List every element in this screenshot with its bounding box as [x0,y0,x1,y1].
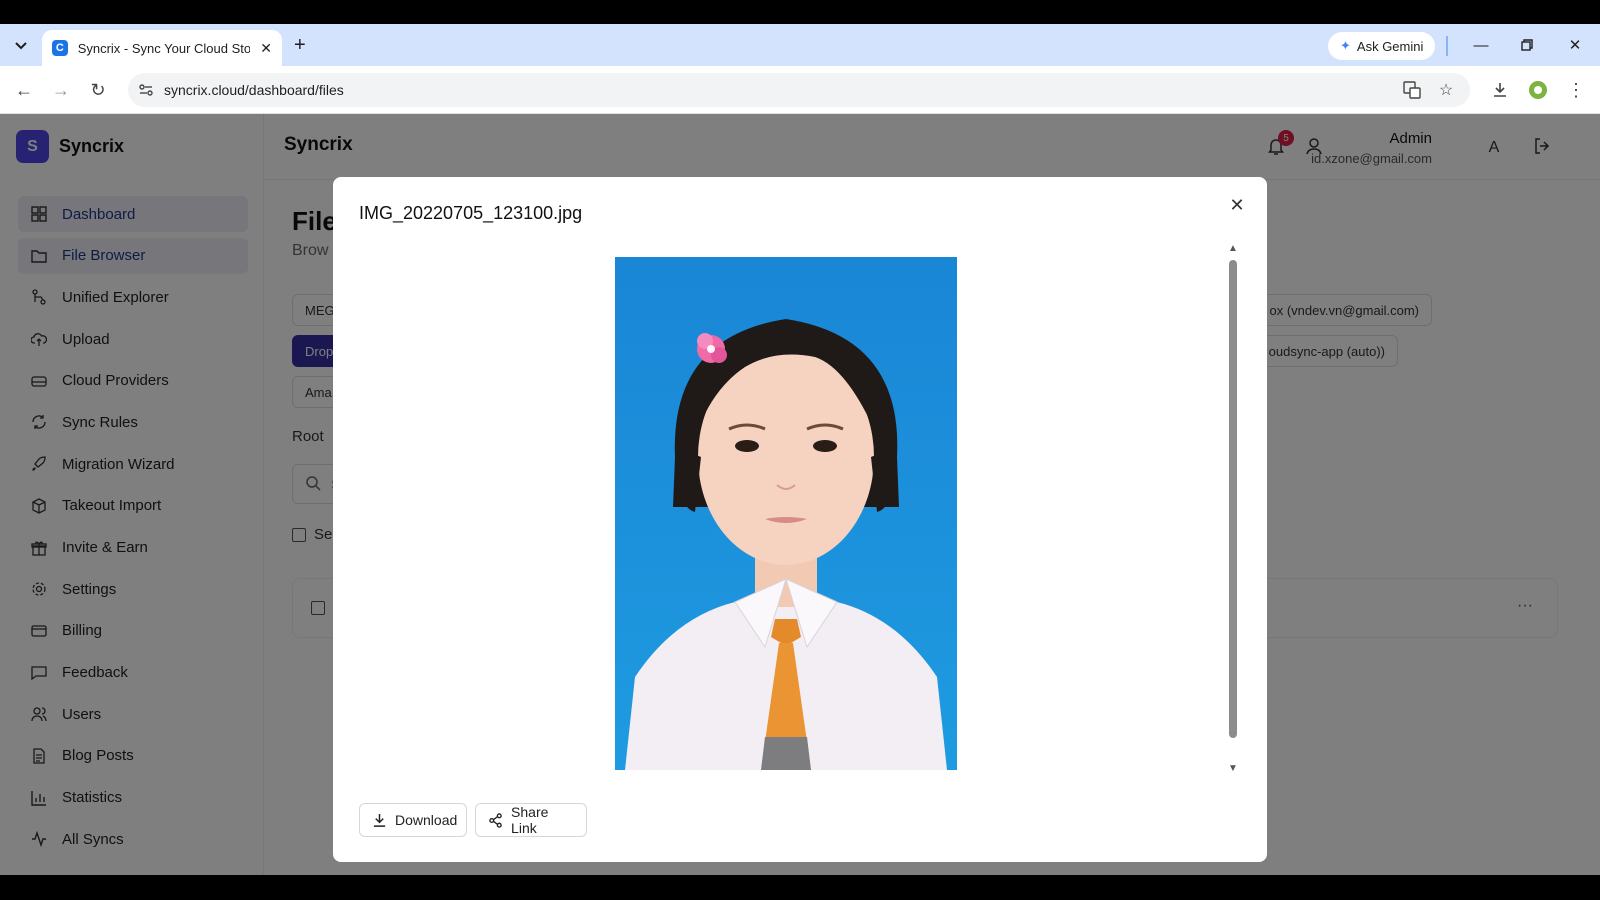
translate-icon[interactable] [1400,78,1424,102]
favicon-icon: C [52,40,68,56]
restore-icon[interactable] [1512,32,1542,58]
browser-menu-icon[interactable]: ⋮ [1564,78,1588,102]
modal-title: IMG_20220705_123100.jpg [359,203,583,223]
forward-arrow-icon[interactable]: → [49,78,73,102]
minimize-icon[interactable]: — [1466,32,1496,58]
preview-image [615,257,957,770]
tab-search-chevron-icon[interactable] [8,34,34,58]
close-icon[interactable]: ✕ [1227,195,1247,215]
scroll-up-arrow-icon[interactable]: ▲ [1228,243,1238,254]
download-icon [372,812,387,828]
url-text: syncrix.cloud/dashboard/files [164,82,344,98]
tab-close-icon[interactable]: ✕ [260,40,272,57]
bookmark-star-icon[interactable]: ☆ [1434,78,1458,102]
address-bar: ← → ↻ syncrix.cloud/dashboard/files ☆ ⋮ [0,66,1600,114]
tab-title: Syncrix - Sync Your Cloud Storage [77,40,251,56]
share-icon [488,812,503,828]
image-preview-modal: IMG_20220705_123100.jpg ✕ ▲ ▼ Download S… [333,177,1267,862]
omnibox[interactable]: syncrix.cloud/dashboard/files ☆ [128,73,1470,107]
back-arrow-icon[interactable]: ← [12,78,36,102]
browser-tab[interactable]: C Syncrix - Sync Your Cloud Storage ✕ [42,30,282,66]
tab-bar: C Syncrix - Sync Your Cloud Storage ✕ + … [0,24,1600,66]
extension-icon[interactable] [1526,78,1550,102]
browser-window: C Syncrix - Sync Your Cloud Storage ✕ + … [0,24,1600,875]
new-tab-plus-icon[interactable]: + [294,34,306,56]
downloads-icon[interactable] [1488,78,1512,102]
scrollbar-thumb[interactable] [1229,260,1237,738]
share-link-label: Share Link [511,804,549,836]
site-settings-icon[interactable] [134,78,158,102]
scroll-down-arrow-icon[interactable]: ▼ [1228,763,1238,774]
ask-gemini-label: Ask Gemini [1356,38,1424,54]
ask-gemini-button[interactable]: ✦ Ask Gemini [1328,32,1436,60]
gemini-sparkle-icon: ✦ [1340,38,1351,53]
download-button[interactable]: Download [359,803,467,837]
reload-icon[interactable]: ↻ [86,78,110,102]
download-label: Download [395,812,458,828]
window-close-icon[interactable]: ✕ [1560,32,1590,58]
gemini-divider [1446,36,1448,56]
share-link-button[interactable]: Share Link [475,803,587,837]
